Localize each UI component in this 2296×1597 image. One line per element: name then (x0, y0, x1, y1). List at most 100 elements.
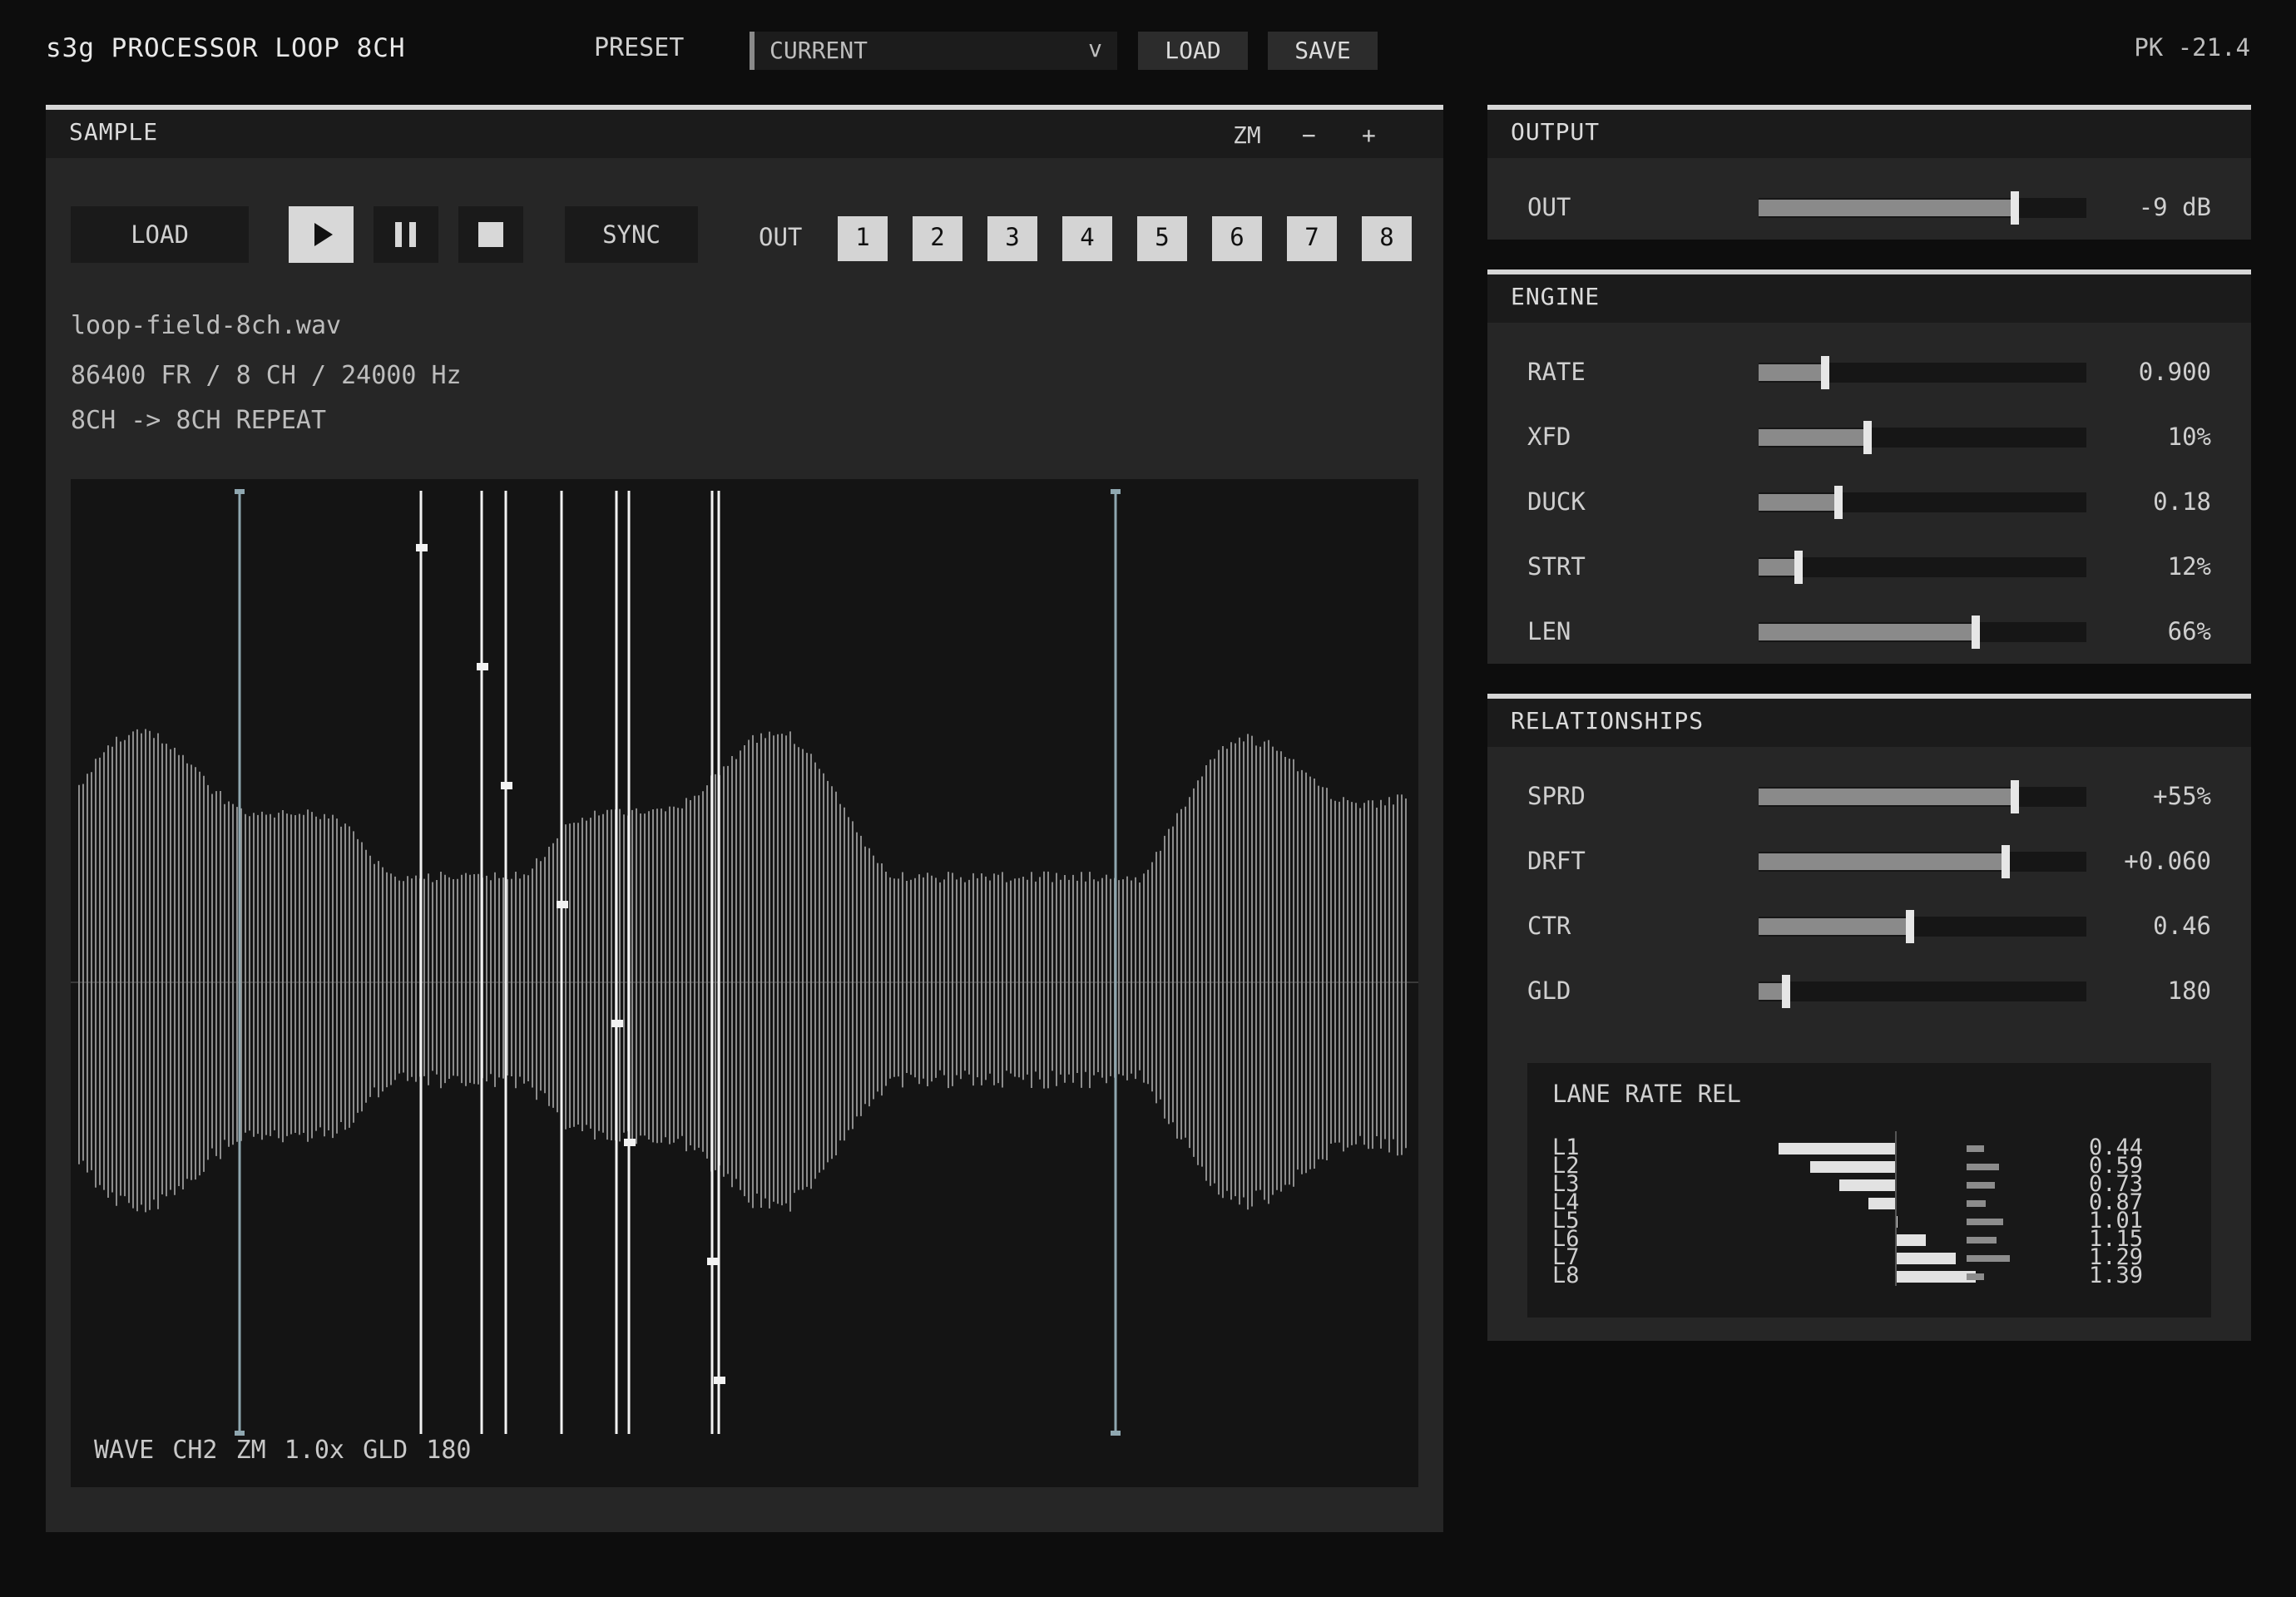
sample-panel-header: SAMPLE ZM − + (46, 110, 1443, 158)
output-panel-title: OUTPUT (1511, 118, 1601, 146)
pause-icon (395, 222, 416, 247)
lane-rate-bar-4 (1868, 1198, 1896, 1209)
output-channel-button-5[interactable]: 5 (1137, 216, 1187, 261)
lane-activity-meter-6 (1967, 1237, 1997, 1243)
strt-slider-fill (1759, 559, 1798, 576)
rate-slider-fill (1759, 364, 1824, 381)
output-channel-button-6[interactable]: 6 (1212, 216, 1262, 261)
len-slider-fill (1759, 624, 1975, 640)
lane-activity-meter-4 (1967, 1200, 1986, 1207)
lane-rate-value-8: 1.39 (2088, 1263, 2143, 1288)
gld-slider-handle[interactable] (1782, 975, 1790, 1008)
sample-info: 86400 FR / 8 CH / 24000 Hz (71, 361, 462, 390)
lane-playhead-marker-6[interactable] (624, 1139, 636, 1146)
waveform-trace (78, 729, 1407, 1213)
waveform-footer: WAVE CH2 ZM 1.0x GLD 180 (94, 1436, 472, 1465)
ctr-slider-handle[interactable] (1906, 910, 1914, 943)
drft-slider-fill (1759, 853, 2005, 870)
sprd-value: +55% (2153, 782, 2211, 810)
len-value: 66% (2167, 617, 2211, 645)
loop-end-handle-bottom[interactable] (1111, 1431, 1121, 1436)
lane-label-8: L8 (1552, 1263, 1580, 1288)
app-title: s3g PROCESSOR LOOP 8CH (46, 33, 406, 63)
drft-label: DRFT (1527, 847, 1586, 875)
lane-playhead-marker-8[interactable] (714, 1377, 725, 1384)
lane-playhead-marker-5[interactable] (611, 1020, 623, 1027)
xfd-slider-fill (1759, 429, 1867, 446)
waveform-channel: WAVE CH2 (94, 1436, 218, 1465)
drft-slider-handle[interactable] (2002, 845, 2010, 878)
sprd-slider-fill (1759, 789, 2014, 805)
len-slider-handle[interactable] (1972, 616, 1980, 649)
strt-slider-handle[interactable] (1794, 551, 1803, 584)
preset-value: CURRENT (769, 37, 868, 64)
loop-start-handle-top[interactable] (235, 489, 245, 494)
lane-rate-title: LANE RATE REL (1552, 1080, 1741, 1108)
drft-value: +0.060 (2124, 847, 2211, 875)
preset-save-button[interactable]: SAVE (1268, 32, 1378, 70)
pause-button[interactable] (374, 206, 438, 263)
lane-playhead-marker-2[interactable] (477, 663, 488, 670)
xfd-value: 10% (2167, 423, 2211, 451)
output-channel-button-7[interactable]: 7 (1287, 216, 1337, 261)
out-slider-handle[interactable] (2011, 191, 2019, 225)
lane-playhead-marker-7[interactable] (707, 1258, 719, 1265)
out-value: -9 dB (2138, 193, 2211, 221)
lane-rate-box: LANE RATE REL L1 0.44 L2 0.59 L3 0.73 L4 0.87 L5… (1527, 1063, 2211, 1318)
channel-routing: 8CH -> 8CH REPEAT (71, 406, 327, 435)
output-channel-button-2[interactable]: 2 (913, 216, 962, 261)
duck-slider-handle[interactable] (1834, 486, 1843, 519)
strt-label: STRT (1527, 552, 1586, 581)
out-label: OUT (759, 223, 803, 251)
waveform[interactable] (71, 479, 1418, 1487)
stop-icon (478, 222, 503, 247)
preset-load-button[interactable]: LOAD (1138, 32, 1248, 70)
rate-label: RATE (1527, 358, 1586, 386)
preset-select[interactable]: CURRENT v (750, 32, 1117, 70)
zoom-label: ZM (1233, 121, 1261, 149)
strt-value: 12% (2167, 552, 2211, 581)
loop-end-handle-top[interactable] (1111, 489, 1121, 494)
output-channel-button-3[interactable]: 3 (987, 216, 1037, 261)
output-channel-button-8[interactable]: 8 (1362, 216, 1412, 261)
output-panel-header: OUTPUT (1487, 110, 2251, 158)
lane-activity-meter-8 (1967, 1273, 1984, 1280)
relationships-panel: RELATIONSHIPS SPRD +55% DRFT +0.060 CTR 0.46 G… (1487, 694, 2251, 1341)
lane-rate-bar-7 (1895, 1253, 1956, 1264)
gld-value: 180 (2167, 976, 2211, 1005)
out-label: OUT (1527, 193, 1571, 221)
play-icon (314, 223, 333, 246)
lane-playhead-marker-1[interactable] (416, 544, 428, 551)
rate-slider-handle[interactable] (1821, 356, 1829, 389)
lane-rate-bar-2 (1810, 1161, 1896, 1173)
lane-activity-meter-2 (1967, 1164, 1999, 1170)
stop-button[interactable] (458, 206, 523, 263)
lane-rate-center-line (1895, 1131, 1897, 1286)
lane-playhead-marker-3[interactable] (501, 782, 512, 789)
lane-playhead-marker-4[interactable] (557, 901, 568, 908)
lane-rate-bar-8 (1895, 1271, 1976, 1283)
output-channel-button-1[interactable]: 1 (838, 216, 888, 261)
sample-filename: loop-field-8ch.wav (71, 311, 342, 340)
sample-panel: SAMPLE ZM − + LOAD SYNC OUT 12345678 loo… (46, 105, 1443, 1532)
sample-load-button[interactable]: LOAD (71, 206, 249, 263)
engine-panel: ENGINE RATE 0.900 XFD 10% DUCK 0.18 STRT 12% LEN… (1487, 269, 2251, 664)
sample-panel-title: SAMPLE (69, 118, 159, 146)
sprd-slider-handle[interactable] (2011, 780, 2019, 813)
engine-panel-header: ENGINE (1487, 274, 2251, 323)
lane-activity-meter-1 (1967, 1145, 1984, 1152)
xfd-slider-handle[interactable] (1863, 421, 1872, 454)
output-channel-button-4[interactable]: 4 (1062, 216, 1112, 261)
play-button[interactable] (289, 206, 354, 263)
sync-button[interactable]: SYNC (565, 206, 698, 263)
zoom-in-button[interactable]: + (1362, 121, 1376, 149)
lane-activity-meter-7 (1967, 1255, 2010, 1262)
waveform-view[interactable]: WAVE CH2 ZM 1.0x GLD 180 (71, 479, 1418, 1487)
relationships-panel-title: RELATIONSHIPS (1511, 707, 1705, 734)
chevron-down-icon: v (1088, 35, 1102, 62)
waveform-zoom: ZM 1.0x (235, 1436, 344, 1465)
preset-label: PRESET (594, 33, 685, 62)
engine-panel-title: ENGINE (1511, 283, 1601, 310)
rate-value: 0.900 (2138, 358, 2211, 386)
zoom-out-button[interactable]: − (1302, 121, 1316, 149)
